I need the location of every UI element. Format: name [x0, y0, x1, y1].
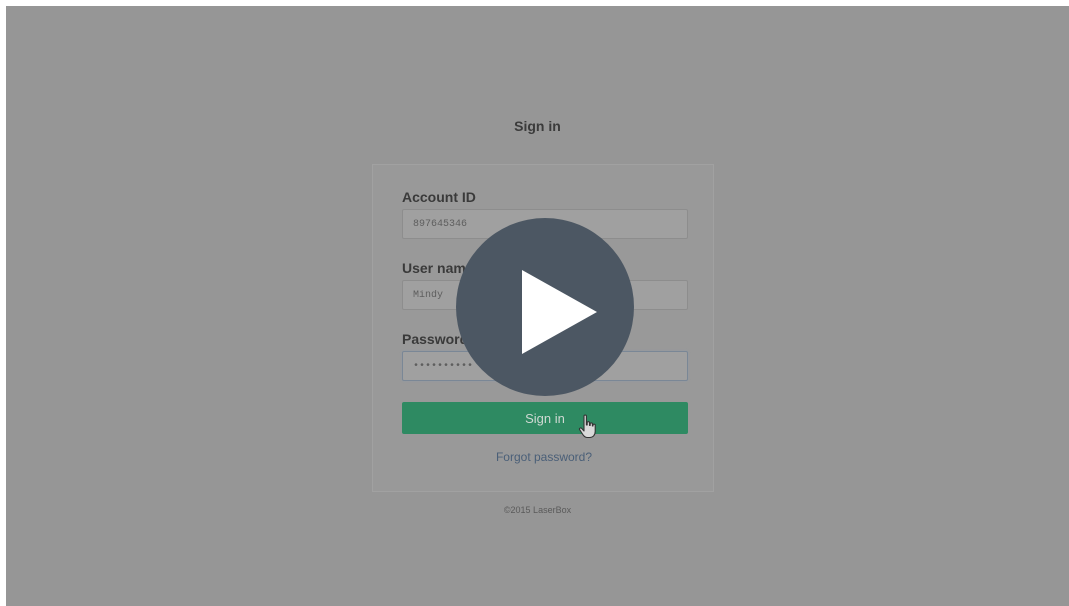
video-frame: Sign in Account ID User name Password Si…: [6, 6, 1069, 606]
play-button[interactable]: [456, 218, 634, 396]
play-icon: [522, 270, 597, 354]
account-id-label: Account ID: [402, 189, 476, 205]
footer-copyright: ©2015 LaserBox: [503, 505, 572, 515]
forgot-password-link[interactable]: Forgot password?: [373, 450, 715, 464]
signin-button[interactable]: Sign in: [402, 402, 688, 434]
page-title: Sign in: [514, 118, 561, 134]
hand-cursor-icon: [578, 414, 598, 440]
